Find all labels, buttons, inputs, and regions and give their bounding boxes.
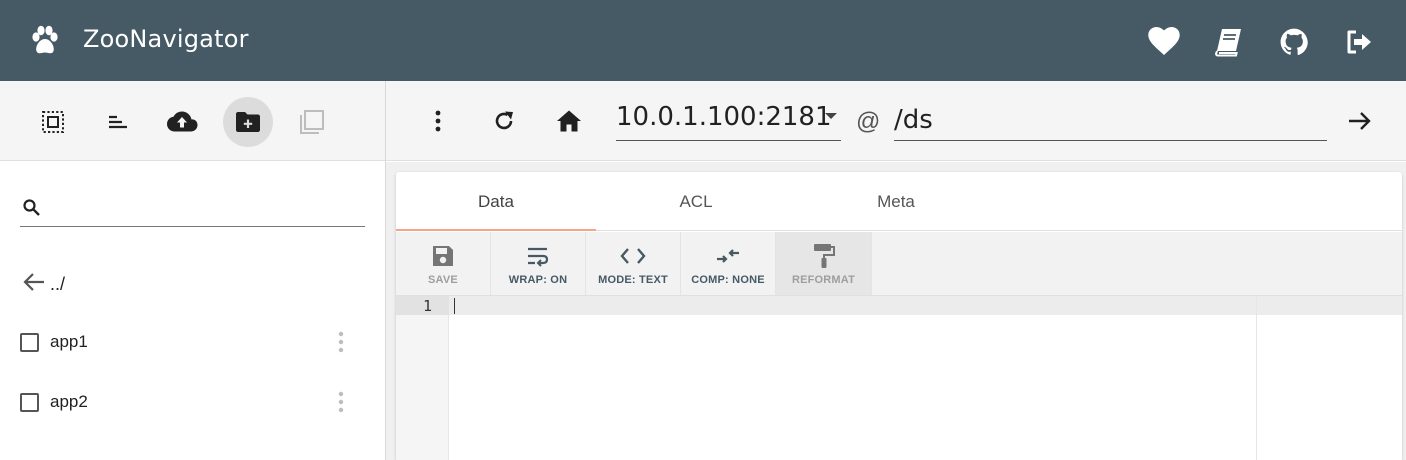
duplicate-icon[interactable] <box>287 97 337 147</box>
parent-node-link[interactable]: ../ <box>22 270 65 299</box>
tab-meta[interactable]: Meta <box>796 172 996 231</box>
active-line-highlight <box>396 296 1402 315</box>
tree-toolbar <box>0 81 385 161</box>
more-vert-icon[interactable] <box>333 390 349 414</box>
arrow-forward-icon[interactable] <box>1336 97 1384 145</box>
heart-icon[interactable] <box>1146 24 1181 59</box>
wrap-label: WRAP: ON <box>508 274 568 286</box>
select-all-icon[interactable] <box>28 97 78 147</box>
format-paint-icon <box>813 244 835 268</box>
app-title: ZooNavigator <box>83 25 249 53</box>
node-tabs: Data ACL Meta <box>396 172 1402 231</box>
home-icon[interactable] <box>545 97 593 145</box>
path-input[interactable] <box>894 101 1327 139</box>
text-cursor <box>454 298 455 314</box>
active-tab-indicator <box>396 229 596 231</box>
node-name: app1 <box>50 332 88 351</box>
app-header: ZooNavigator <box>0 0 1406 81</box>
save-icon <box>431 244 455 268</box>
reformat-button[interactable]: REFORMAT <box>776 232 872 295</box>
mode-select-button[interactable]: MODE: TEXT <box>586 232 681 295</box>
compress-icon <box>715 244 741 268</box>
cloud-upload-icon[interactable] <box>157 97 207 147</box>
search-input[interactable] <box>52 192 352 224</box>
print-margin-line <box>1256 296 1257 460</box>
paw-logo-icon <box>28 24 62 58</box>
node-toolbar: 10.0.1.100:2181 @ <box>386 81 1406 161</box>
logout-icon[interactable] <box>1341 24 1376 59</box>
compression-label: COMP: NONE <box>691 274 765 286</box>
host-value: 10.0.1.100:2181 <box>616 102 832 132</box>
search-icon <box>22 198 42 223</box>
refresh-icon[interactable] <box>480 97 528 145</box>
node-checkbox[interactable] <box>20 392 39 412</box>
mode-label: MODE: TEXT <box>598 274 668 286</box>
more-vert-icon[interactable] <box>414 97 462 145</box>
tree-search[interactable] <box>20 192 365 227</box>
tab-acl[interactable]: ACL <box>596 172 796 231</box>
line-number-gutter: 1 <box>396 296 449 460</box>
save-button[interactable]: SAVE <box>396 232 491 295</box>
code-icon <box>620 244 646 268</box>
chevron-down-icon <box>825 113 837 119</box>
create-node-icon[interactable] <box>223 97 273 147</box>
tree-node-app1[interactable]: app1 <box>20 322 365 362</box>
wrap-text-icon <box>526 244 550 268</box>
tab-data[interactable]: Data <box>396 172 596 231</box>
host-select[interactable]: 10.0.1.100:2181 <box>616 101 841 141</box>
save-label: SAVE <box>428 274 458 286</box>
code-editor[interactable]: 1 <box>396 296 1402 460</box>
sort-icon[interactable] <box>93 97 143 147</box>
book-icon[interactable] <box>1211 24 1246 59</box>
more-vert-icon[interactable] <box>333 330 349 354</box>
parent-node-label: ../ <box>50 274 66 294</box>
github-icon[interactable] <box>1276 24 1311 59</box>
node-checkbox[interactable] <box>20 332 39 352</box>
arrow-back-icon <box>22 270 46 299</box>
node-card: Data ACL Meta SAVE WRAP: ON MODE: TEXT C… <box>396 172 1402 460</box>
editor-toolbar: SAVE WRAP: ON MODE: TEXT COMP: NONE REFO… <box>396 232 1402 296</box>
line-number: 1 <box>422 297 432 315</box>
tree-node-app2[interactable]: app2 <box>20 382 365 422</box>
wrap-toggle-button[interactable]: WRAP: ON <box>491 232 586 295</box>
reformat-label: REFORMAT <box>791 274 856 286</box>
path-field[interactable] <box>894 101 1327 141</box>
node-tree: ../ app1 app2 <box>0 162 385 460</box>
node-name: app2 <box>50 392 88 411</box>
at-separator: @ <box>856 108 881 135</box>
compression-select-button[interactable]: COMP: NONE <box>681 232 776 295</box>
